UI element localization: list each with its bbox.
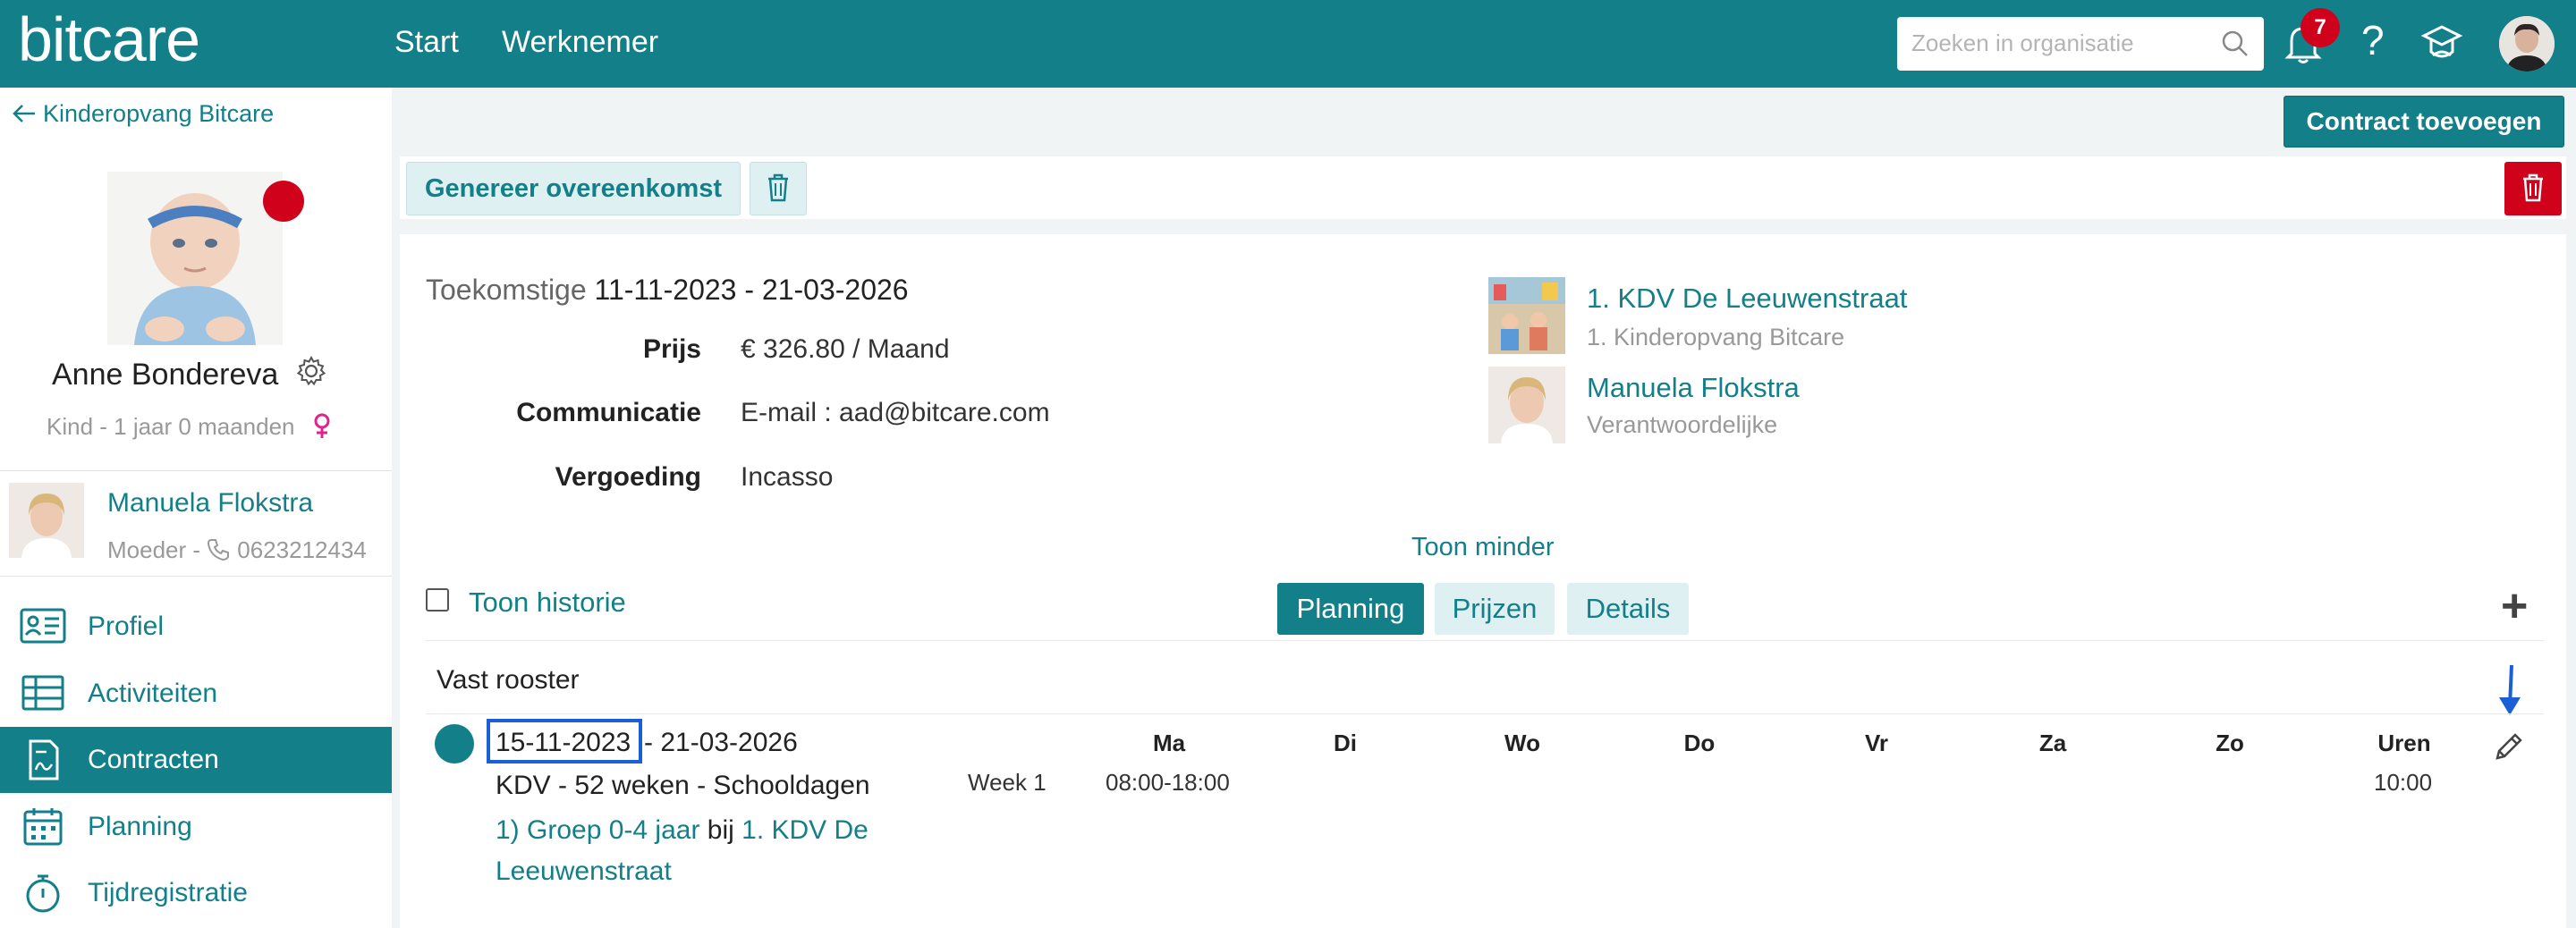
child-photo bbox=[107, 172, 283, 345]
contract-period: Toekomstige 11-11-2023 - 21-03-2026 bbox=[426, 274, 909, 306]
menu-item-label: Tijdregistratie bbox=[88, 878, 248, 907]
menu-item-activiteiten[interactable]: Activiteiten bbox=[0, 661, 392, 727]
menu-item-profiel[interactable]: Profiel bbox=[0, 594, 392, 660]
field-label: Prijs bbox=[642, 334, 701, 364]
tab-details[interactable]: Details bbox=[1567, 583, 1689, 635]
highlight-box bbox=[487, 719, 642, 763]
location-subtitle: 1. Kinderopvang Bitcare bbox=[1587, 324, 1845, 350]
menu-item-label: Contracten bbox=[88, 745, 219, 774]
add-schedule-icon[interactable]: + bbox=[2501, 579, 2528, 633]
responsible-link[interactable]: Manuela Flokstra bbox=[1587, 372, 1800, 404]
table-icon bbox=[21, 675, 64, 711]
week-label: Week 1 bbox=[968, 769, 1046, 796]
parent-subtitle: Moeder - 0623212434 bbox=[107, 536, 367, 563]
menu-item-label: Planning bbox=[88, 812, 192, 841]
bitcare-logo[interactable]: bitcare bbox=[18, 4, 200, 75]
delete-agreement-button[interactable] bbox=[750, 162, 807, 215]
status-dot bbox=[263, 181, 304, 222]
parent-name[interactable]: Manuela Flokstra bbox=[107, 488, 313, 519]
divider bbox=[0, 470, 392, 471]
menu-item-tijdregistratie[interactable]: Tijdregistratie bbox=[0, 860, 392, 926]
parent-photo bbox=[9, 483, 84, 558]
back-link[interactable]: Kinderopvang Bitcare bbox=[13, 100, 274, 128]
menu-item-label: Activiteiten bbox=[88, 679, 218, 708]
schedule-status-dot bbox=[435, 724, 474, 763]
show-history-label[interactable]: Toon historie bbox=[469, 586, 626, 619]
field-value: Incasso bbox=[741, 462, 834, 492]
user-avatar[interactable] bbox=[2499, 16, 2555, 72]
tab-prijzen[interactable]: Prijzen bbox=[1435, 583, 1555, 635]
arrow-left-icon bbox=[13, 105, 35, 122]
female-icon bbox=[314, 413, 330, 438]
hours-header: Uren bbox=[2377, 730, 2431, 756]
divider bbox=[426, 713, 2544, 714]
day-header: Za bbox=[2038, 730, 2067, 756]
show-history-checkbox[interactable] bbox=[426, 588, 449, 612]
location-photo bbox=[1488, 277, 1565, 354]
location-link[interactable]: 1. KDV De Leeuwenstraat bbox=[1587, 283, 1907, 315]
generate-agreement-button[interactable]: Genereer overeenkomst bbox=[406, 162, 741, 215]
schedule-title: Vast rooster bbox=[436, 665, 580, 695]
help-icon[interactable]: ? bbox=[2361, 16, 2385, 64]
day-header: Do bbox=[1683, 730, 1716, 756]
search-box[interactable] bbox=[1897, 17, 2264, 71]
phone-icon bbox=[208, 539, 230, 561]
trash-icon bbox=[2523, 173, 2543, 201]
responsible-role: Verantwoordelijke bbox=[1587, 411, 1778, 438]
day-header: Vr bbox=[1864, 730, 1889, 756]
show-less-link[interactable]: Toon minder bbox=[1411, 533, 1555, 562]
trash-icon bbox=[768, 173, 788, 201]
menu-item-contracten[interactable]: Contracten bbox=[0, 727, 392, 793]
calendar-icon bbox=[23, 808, 63, 846]
group-link[interactable]: 1) Groep 0-4 jaar bbox=[496, 815, 699, 845]
day-header: Ma bbox=[1152, 730, 1186, 756]
field-value: € 326.80 / Maand bbox=[741, 334, 950, 364]
day-header: Di bbox=[1334, 730, 1357, 756]
schedule-type: KDV - 52 weken - Schooldagen bbox=[496, 771, 870, 800]
day-header: Zo bbox=[2216, 730, 2244, 756]
graduation-cap-icon[interactable] bbox=[2420, 21, 2463, 66]
field-value: E-mail : aad@bitcare.com bbox=[741, 398, 1050, 427]
parent-phone[interactable]: 0623212434 bbox=[237, 536, 367, 563]
menu-item-label: Profiel bbox=[88, 612, 165, 641]
child-name: Anne Bondereva bbox=[52, 355, 326, 392]
hours-value: 10:00 bbox=[2374, 769, 2433, 796]
nav-start[interactable]: Start bbox=[394, 25, 459, 60]
contract-icon bbox=[29, 739, 59, 780]
schedule-group: 1) Groep 0-4 jaar bij 1. KDV De Leeuwens… bbox=[496, 815, 869, 886]
back-label: Kinderopvang Bitcare bbox=[43, 100, 275, 127]
field-label: Communicatie bbox=[516, 398, 701, 427]
responsible-photo bbox=[1488, 367, 1565, 443]
schedule-end-date: - 21-03-2026 bbox=[644, 728, 798, 757]
notification-badge[interactable]: 7 bbox=[2301, 8, 2340, 47]
nav-werknemer[interactable]: Werknemer bbox=[502, 25, 658, 60]
child-subtitle: Kind - 1 jaar 0 maanden bbox=[47, 413, 332, 441]
gear-icon[interactable] bbox=[296, 355, 326, 386]
monday-time: 08:00-18:00 bbox=[1106, 769, 1230, 796]
divider bbox=[0, 576, 392, 577]
arrow-down-icon bbox=[2499, 664, 2521, 715]
menu-item-planning[interactable]: Planning bbox=[0, 794, 392, 860]
search-icon[interactable] bbox=[2221, 30, 2250, 58]
top-bar: bitcare Start Werknemer 7 ? bbox=[0, 0, 2576, 88]
search-input[interactable] bbox=[1897, 17, 2208, 69]
pencil-icon[interactable] bbox=[2492, 731, 2524, 763]
stopwatch-icon bbox=[26, 874, 60, 913]
tab-planning[interactable]: Planning bbox=[1277, 583, 1424, 635]
field-label: Vergoeding bbox=[555, 462, 701, 492]
sidebar: Kinderopvang Bitcare Anne Bondereva Kind… bbox=[0, 88, 392, 928]
day-header: Wo bbox=[1504, 730, 1540, 756]
add-contract-button[interactable]: Contract toevoegen bbox=[2284, 96, 2564, 148]
divider bbox=[426, 640, 2544, 641]
profile-card-icon bbox=[20, 608, 66, 644]
delete-contract-button[interactable] bbox=[2504, 162, 2562, 215]
